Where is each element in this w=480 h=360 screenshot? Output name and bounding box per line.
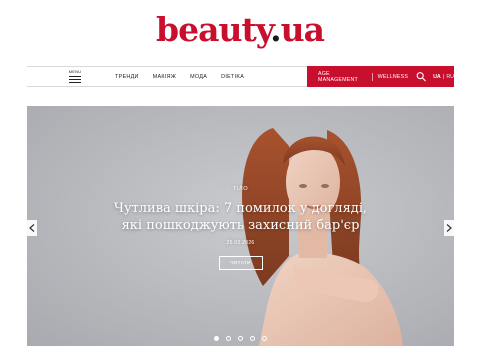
slide-dot-5[interactable] (262, 336, 267, 341)
slide-indicators (27, 336, 454, 341)
slide-dot-2[interactable] (226, 336, 231, 341)
hero-slider: ТІЛО Чутлива шкіра: 7 помилок у догляді,… (27, 106, 454, 346)
language-separator: | (442, 73, 445, 80)
read-button[interactable]: ЧИТАТИ (218, 256, 263, 270)
site-logo[interactable]: beauty.ua (0, 10, 480, 50)
menu-label: MENU (68, 69, 82, 74)
nav-link-makeup[interactable]: МАКІЯЖ (153, 74, 176, 80)
next-slide-button[interactable] (444, 220, 454, 236)
hamburger-icon-line-2 (69, 79, 81, 81)
main-navigation: MENU ТРЕНДИ МАКІЯЖ МОДА DIETIKA AGE MANA… (27, 66, 454, 87)
language-ua[interactable]: UA (433, 74, 441, 80)
hero-content: ТІЛО Чутлива шкіра: 7 помилок у догляді,… (27, 186, 454, 270)
slide-dot-4[interactable] (250, 336, 255, 341)
menu-button[interactable]: MENU (67, 69, 83, 85)
hero-date: 25.03.2026 (226, 240, 255, 246)
logo-brand: beauty (156, 10, 271, 49)
slide-dot-3[interactable] (238, 336, 243, 341)
logo-dot: . (270, 10, 281, 49)
language-ru[interactable]: RU (446, 74, 454, 80)
nav-link-trends[interactable]: ТРЕНДИ (115, 74, 139, 80)
nav-links: ТРЕНДИ МАКІЯЖ МОДА DIETIKA (115, 67, 244, 86)
special-nav: AGE MANAGEMENT WELLNESS UA | RU (307, 66, 454, 87)
hero-category[interactable]: ТІЛО (27, 186, 454, 192)
chevron-left-icon (29, 224, 35, 232)
chevron-right-icon (446, 224, 452, 232)
nav-link-dietika[interactable]: DIETIKA (221, 74, 244, 80)
nav-link-age-management[interactable]: AGE MANAGEMENT (318, 71, 367, 83)
logo-tld: ua (280, 10, 325, 49)
hamburger-icon-line-3 (69, 82, 81, 84)
nav-link-wellness[interactable]: WELLNESS (378, 74, 408, 80)
divider (371, 72, 373, 81)
search-icon[interactable] (416, 71, 426, 82)
nav-link-fashion[interactable]: МОДА (190, 74, 207, 80)
prev-slide-button[interactable] (27, 220, 37, 236)
slide-dot-1[interactable] (214, 336, 219, 341)
hamburger-icon (69, 76, 81, 78)
hero-title[interactable]: Чутлива шкіра: 7 помилок у догляді, які … (111, 200, 371, 234)
